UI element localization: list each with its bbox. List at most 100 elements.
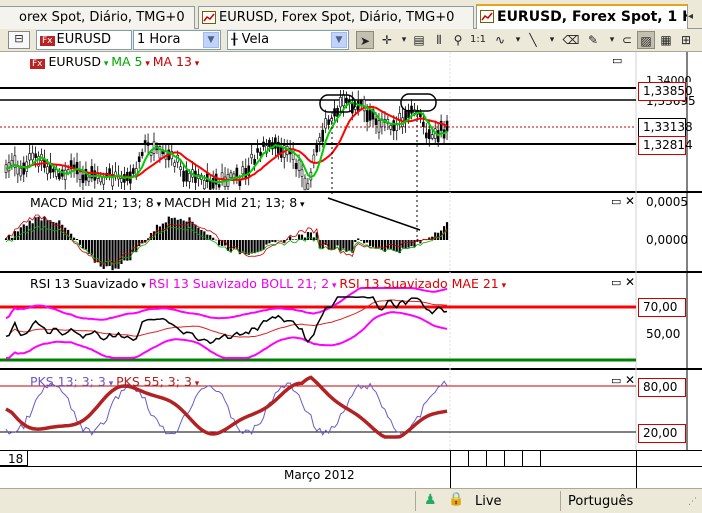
candle[interactable] [87,176,91,182]
trend-tool-icon[interactable]: ∿ [491,31,509,49]
tab-chart-2[interactable]: EURUSD, Forex Spot, Diário, TMG+0 [198,6,474,29]
candle[interactable] [99,176,103,183]
eraser-icon[interactable]: ⌫ [562,31,580,49]
candle[interactable] [392,120,396,132]
candle[interactable] [374,118,378,125]
close-pane-icon[interactable]: ✕ [625,373,635,387]
candle[interactable] [143,140,147,145]
candle[interactable] [268,139,271,147]
candle[interactable] [137,156,141,162]
candle[interactable] [211,178,215,189]
hatch-icon[interactable]: ▨ [637,31,655,49]
candle[interactable] [185,170,188,182]
candle[interactable] [140,151,144,157]
candle[interactable] [120,178,123,183]
candle[interactable] [34,153,37,158]
tab-scroll-arrow-icon[interactable]: ◂ [688,8,702,26]
candle[interactable] [182,170,185,182]
rsi-mae-label[interactable]: RSI 13 Suavizado MAE 21 [339,276,498,291]
candle[interactable] [377,120,381,133]
top-marker-ellipse[interactable] [400,93,437,112]
candle[interactable] [300,169,304,177]
candle[interactable] [339,97,342,108]
candle[interactable] [321,129,325,142]
candle[interactable] [425,132,428,139]
timeframe-select[interactable]: 1 Hora ▼ [133,30,221,50]
magnet-icon[interactable]: ⊂ [618,31,636,49]
crosshair-tool-icon[interactable]: ✛ [378,31,396,49]
candle[interactable] [10,159,14,166]
candle[interactable] [46,166,49,175]
candle[interactable] [356,100,360,112]
candle[interactable] [365,110,369,122]
pks-pane-legend[interactable]: PKS 13; 3; 3 ▾ PKS 55; 3; 3 ▾ [30,374,199,389]
minimize-pane-icon[interactable]: ▭ [611,374,621,387]
candle[interactable] [244,168,248,178]
rsi-pane[interactable] [0,287,636,362]
candle[interactable] [102,176,105,185]
line-tool-icon[interactable]: ╲ [524,31,542,49]
candle[interactable] [253,158,256,165]
tab-chart-3[interactable]: EURUSD, Forex Spot, 1 H [476,4,688,30]
candle[interactable] [342,94,345,107]
ma5-label[interactable]: MA 5 [111,54,142,69]
candle[interactable] [345,97,348,104]
time-axis[interactable]: 18 Março 2012 [0,450,702,489]
candles[interactable] [4,90,449,191]
candle[interactable] [277,141,280,154]
candle[interactable] [78,171,82,181]
ma13-label[interactable]: MA 13 [153,54,192,69]
candle[interactable] [229,172,233,179]
chevron-down-icon[interactable]: ▼ [331,32,347,48]
candle[interactable] [217,184,221,188]
price-pane-legend[interactable]: Fx EURUSD ▾ MA 5 ▾ MA 13 ▾ [30,54,199,69]
zoom-1to1-icon[interactable]: 1:1 [469,31,487,49]
pks13-label[interactable]: PKS 13; 3; 3 [30,374,106,389]
candle[interactable] [19,167,23,177]
candle[interactable] [389,124,393,130]
close-pane-icon[interactable]: ✕ [625,194,635,208]
rsi-label[interactable]: RSI 13 Suavizado [30,276,138,291]
resize-grip-icon[interactable]: ⋰ [688,497,697,507]
candle[interactable] [146,142,150,146]
pks55-label[interactable]: PKS 55; 3; 3 [116,374,192,389]
candle[interactable] [220,172,224,180]
candle[interactable] [410,105,413,114]
candle[interactable] [16,165,20,175]
candle[interactable] [262,141,265,147]
chart-type-select[interactable]: ╂ Vela ▼ [227,30,349,50]
rsi-boll-label[interactable]: RSI 13 Suavizado BOLL 21; 2 [149,276,329,291]
zoom-in-icon[interactable]: ⚲ [449,31,467,49]
minimize-pane-icon[interactable]: ▭ [612,54,622,67]
macdh-label[interactable]: MACDH Mid 21; 13; 8 [164,195,297,210]
macd-pane[interactable] [4,214,449,271]
pointer-tool-icon[interactable]: ➤ [356,31,374,49]
candle[interactable] [203,180,206,190]
candle[interactable] [306,183,310,190]
rsi-pane-legend[interactable]: RSI 13 Suavizado ▾ RSI 13 Suavizado BOLL… [30,276,506,291]
grid-icon[interactable]: ⊞ [677,31,695,49]
tab-chart-1[interactable]: orex Spot, Diário, TMG+0 [0,6,195,29]
candle[interactable] [28,153,31,161]
minimize-pane-icon[interactable]: ▭ [611,195,621,208]
macd-label[interactable]: MACD Mid 21; 13; 8 [30,195,154,210]
candle[interactable] [173,162,177,167]
candle[interactable] [250,153,253,159]
candle[interactable] [259,151,262,156]
candle[interactable] [351,102,354,114]
chart-props-icon[interactable]: ▦ [657,31,675,49]
minimize-pane-icon[interactable]: ▭ [611,276,621,289]
candle[interactable] [179,166,182,170]
price-pane[interactable] [0,87,636,191]
user-icon[interactable]: ♟ [424,492,437,508]
rsi-line[interactable] [5,296,448,345]
candle[interactable] [188,173,191,182]
candle[interactable] [108,168,111,175]
candle[interactable] [404,110,407,122]
candle[interactable] [241,166,245,175]
candle[interactable] [22,162,26,175]
candle[interactable] [427,129,431,140]
tile-window-button[interactable]: ⊟ [8,31,30,49]
candle[interactable] [430,134,434,139]
candle[interactable] [131,168,135,174]
